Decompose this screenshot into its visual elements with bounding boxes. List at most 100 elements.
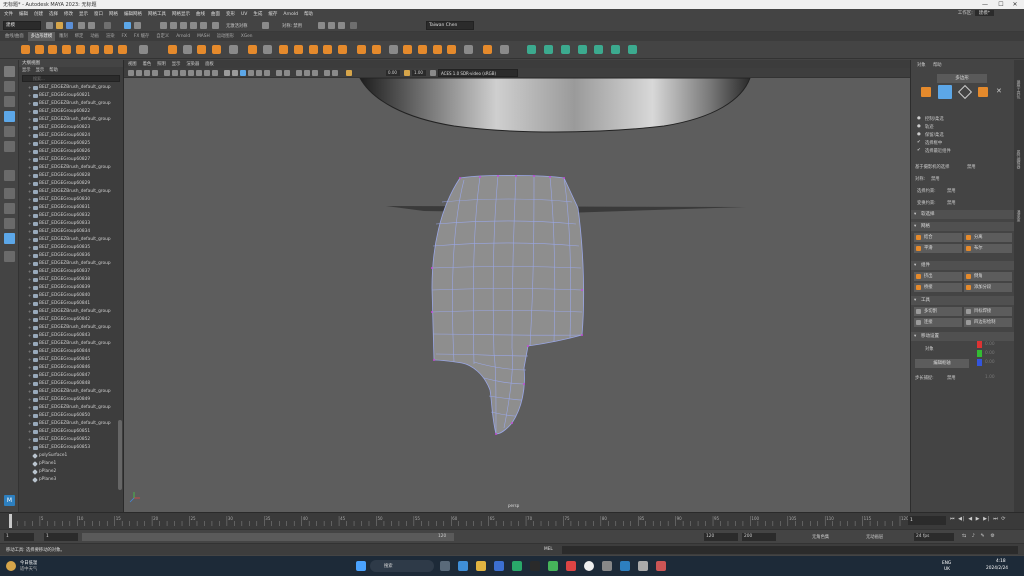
select-by-object-icon[interactable]	[134, 22, 141, 29]
render-icon[interactable]	[262, 22, 269, 29]
field-chart-icon[interactable]	[196, 70, 202, 76]
edit-pivot-button[interactable]: 编辑枢轴	[915, 359, 969, 368]
outliner-item[interactable]: + BELT_EDGEGroup60823	[19, 124, 119, 132]
shelf-tool-icon-13[interactable]	[228, 45, 238, 54]
camera-based-value[interactable]: 禁用	[967, 164, 976, 170]
expand-icon[interactable]: +	[28, 180, 31, 188]
tool-button[interactable]: 平滑	[914, 244, 962, 253]
gamma-field[interactable]: 1.00	[412, 70, 426, 76]
menu-set-dropdown[interactable]: 建模	[3, 21, 41, 30]
shelf-tool-icon-32[interactable]	[543, 45, 553, 54]
snap-curve-icon[interactable]	[170, 22, 177, 29]
exposure-field[interactable]: 0.00	[386, 70, 400, 76]
shelf-tool-icon-5[interactable]	[90, 45, 100, 54]
hypershade-icon[interactable]	[338, 22, 345, 29]
section-header[interactable]: 组件	[911, 261, 1015, 270]
shelf-tool-icon-12[interactable]	[212, 45, 222, 54]
outliner-item[interactable]: + BELT_EDGEGroup60830	[19, 196, 119, 204]
close-button[interactable]: ✕	[1008, 0, 1022, 9]
anti-aliasing-icon[interactable]	[312, 70, 318, 76]
viewport-menu-0[interactable]: 视图	[128, 61, 137, 67]
expand-icon[interactable]: +	[28, 284, 31, 292]
outliner-item[interactable]: + BELT_EDGEGroup60852	[19, 436, 119, 444]
snap-surface-icon[interactable]	[200, 22, 207, 29]
range-slider[interactable]: 120	[82, 533, 454, 541]
four-view-layout-icon[interactable]	[4, 188, 15, 199]
outliner-item[interactable]: + BELT_EDGEZBrush_default_group	[19, 84, 119, 92]
expand-icon[interactable]: +	[28, 116, 31, 124]
outliner-item[interactable]: + BELT_EDGEGroup60848	[19, 380, 119, 388]
menu-item-5[interactable]: 显示	[79, 11, 88, 17]
menu-item-3[interactable]: 选择	[49, 11, 58, 17]
outliner-item[interactable]: + BELT_EDGEGroup60842	[19, 316, 119, 324]
outliner-item[interactable]: + BELT_EDGEGroup60833	[19, 220, 119, 228]
shelf-tab-6[interactable]: FX	[119, 32, 130, 41]
face-mode-icon[interactable]	[978, 87, 988, 97]
shelf-tool-icon-16[interactable]	[279, 45, 289, 54]
shelf-tool-icon-23[interactable]	[388, 45, 398, 54]
viewport-menu-5[interactable]: 面板	[205, 61, 214, 67]
shelf-tool-icon-2[interactable]	[48, 45, 58, 54]
open-scene-icon[interactable]	[56, 22, 63, 29]
minimize-button[interactable]: —	[978, 0, 992, 9]
outliner-item[interactable]: + BELT_EDGEGroup60826	[19, 148, 119, 156]
view-transform-dropdown[interactable]: ACES 1.0 SDR-video (sRGB)	[438, 69, 518, 77]
shelf-tool-icon-18[interactable]	[308, 45, 318, 54]
color-management-icon[interactable]	[430, 70, 436, 76]
bookmark-icon[interactable]	[144, 70, 150, 76]
xray-joints-icon[interactable]	[284, 70, 290, 76]
shelf-tab-12[interactable]: XGen	[238, 32, 256, 41]
checkbox[interactable]: ✔	[917, 148, 921, 153]
expand-icon[interactable]: +	[28, 132, 31, 140]
menu-item-10[interactable]: 网格显示	[172, 11, 190, 17]
snap-point-icon[interactable]	[180, 22, 187, 29]
outliner-item[interactable]: + BELT_EDGEGroup60834	[19, 228, 119, 236]
wireframe-icon[interactable]	[224, 70, 230, 76]
tool-button[interactable]: 多切割	[914, 307, 962, 316]
tool-button[interactable]: 连接	[914, 318, 962, 327]
shelf-tab-4[interactable]: 动画	[87, 32, 102, 41]
expand-icon[interactable]: +	[28, 316, 31, 324]
menu-item-16[interactable]: 缓存	[268, 11, 277, 17]
shelf-tab-11[interactable]: 运动图形	[214, 32, 237, 41]
expand-icon[interactable]: +	[28, 84, 31, 92]
snap-grid-icon[interactable]	[160, 22, 167, 29]
menu-item-2[interactable]: 创建	[34, 11, 43, 17]
expand-icon[interactable]: +	[28, 228, 31, 236]
outliner-item[interactable]: pPlane3	[19, 476, 119, 484]
menu-item-0[interactable]: 文件	[4, 11, 13, 17]
shadows-icon[interactable]	[264, 70, 270, 76]
expand-icon[interactable]: +	[28, 412, 31, 420]
side-tab-modeling[interactable]: 建模工具包	[1016, 80, 1022, 99]
tool-button[interactable]: 倒角	[964, 272, 1012, 281]
uv-mode-icon[interactable]: ✕	[996, 87, 1002, 95]
expand-icon[interactable]: +	[28, 276, 31, 284]
shelf-tool-icon-3[interactable]	[61, 45, 71, 54]
step-snap-value[interactable]: 禁用	[947, 375, 956, 381]
shelf-tab-3[interactable]: 绑定	[72, 32, 87, 41]
object-mode-icon[interactable]	[921, 87, 931, 97]
app-icon-5[interactable]	[602, 561, 612, 571]
expand-icon[interactable]: +	[28, 428, 31, 436]
expand-icon[interactable]: +	[28, 332, 31, 340]
expand-icon[interactable]: +	[28, 212, 31, 220]
outliner-item[interactable]: + BELT_EDGEZBrush_default_group	[19, 404, 119, 412]
maya-home-icon[interactable]: M	[4, 495, 15, 506]
command-input[interactable]	[562, 546, 1018, 554]
outliner-item[interactable]: + BELT_EDGEGroup60853	[19, 444, 119, 452]
shelf-tool-icon-26[interactable]	[432, 45, 442, 54]
outliner-search-input[interactable]: 搜索...	[22, 75, 120, 82]
section-header[interactable]: 软选择	[911, 210, 1015, 219]
shelf-tool-icon-7[interactable]	[117, 45, 127, 54]
side-tab-channels[interactable]: 通道盒	[1016, 210, 1022, 221]
shelf-tool-icon-31[interactable]	[527, 45, 537, 54]
shelf-tool-icon-24[interactable]	[403, 45, 413, 54]
ambient-occlusion-icon[interactable]	[296, 70, 302, 76]
menu-item-11[interactable]: 曲线	[196, 11, 205, 17]
menu-item-12[interactable]: 曲面	[211, 11, 220, 17]
expand-icon[interactable]: +	[28, 324, 31, 332]
shelf-tool-icon-6[interactable]	[103, 45, 113, 54]
menu-item-6[interactable]: 窗口	[94, 11, 103, 17]
outliner-item[interactable]: + BELT_EDGEZBrush_default_group	[19, 420, 119, 428]
clock-date[interactable]: 2024/2/24	[986, 566, 1008, 571]
